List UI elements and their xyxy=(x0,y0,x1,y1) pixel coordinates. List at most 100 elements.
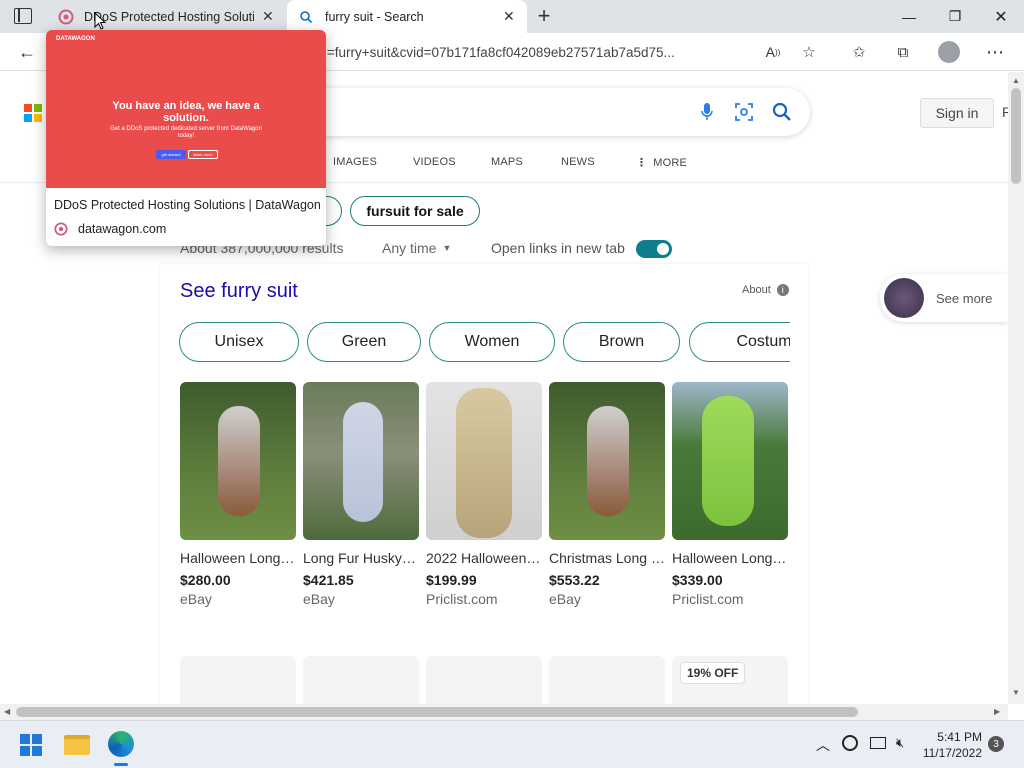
chip-costume[interactable]: Costum xyxy=(689,322,790,362)
product-title[interactable]: Long Fur Husky Dog Fox Fursui... xyxy=(303,548,419,568)
tab-actions-icon[interactable] xyxy=(14,8,32,24)
product-title[interactable]: Christmas Long Fur Husky Dog ... xyxy=(549,548,665,568)
popup-domain: datawagon.com xyxy=(78,222,167,236)
tab-label: DDoS Protected Hosting Solution xyxy=(84,9,254,24)
edge-icon[interactable] xyxy=(108,731,134,757)
product-card[interactable]: Halloween Long Fur Husky Dog ... $339.00… xyxy=(672,382,788,607)
mouse-cursor-icon xyxy=(94,12,106,30)
discount-badge: 19% OFF xyxy=(680,662,746,684)
product-price: $339.00 xyxy=(672,572,723,588)
tab-datawagon[interactable]: DDoS Protected Hosting Solution ✕ xyxy=(46,0,286,33)
file-explorer-icon[interactable] xyxy=(64,735,90,755)
see-more-thumbnail xyxy=(884,278,924,318)
notification-badge[interactable]: 3 xyxy=(988,736,1004,752)
notification-count: 3 xyxy=(993,738,999,750)
new-tab-button[interactable]: + xyxy=(534,4,554,28)
product-card[interactable]: 2022 Halloween Long Fur Husk... $199.99 … xyxy=(426,382,542,607)
scroll-up-icon[interactable]: ▲ xyxy=(1012,76,1020,85)
product-store: eBay xyxy=(549,591,581,607)
scroll-left-icon[interactable]: ◀ xyxy=(4,707,10,716)
add-favorite-icon[interactable]: ☆ xyxy=(794,37,824,67)
product-title[interactable]: Halloween Long Fursuit Husky D... xyxy=(180,548,296,568)
vertical-scrollbar[interactable]: ▲ ▼ xyxy=(1008,72,1024,704)
see-more-card[interactable]: See more xyxy=(880,274,1008,322)
product-price: $421.85 xyxy=(303,572,354,588)
product-store: eBay xyxy=(303,591,335,607)
taskbar: ︿ 🔇︎ 5:41 PM 11/17/2022 3 xyxy=(0,720,1024,768)
product-store: Priclist.com xyxy=(426,591,498,607)
product-price: $280.00 xyxy=(180,572,231,588)
clock-date: 11/17/2022 xyxy=(922,746,982,760)
chip-brown[interactable]: Brown xyxy=(563,322,680,362)
back-button[interactable]: ← xyxy=(12,37,42,67)
tab-strip: DDoS Protected Hosting Solution ✕ furry … xyxy=(0,0,1024,33)
start-button[interactable] xyxy=(20,734,42,756)
vertical-scroll-thumb[interactable] xyxy=(1011,88,1021,184)
search-favicon-icon xyxy=(300,10,313,23)
read-aloud-icon[interactable]: A)) xyxy=(758,37,788,67)
chip-green[interactable]: Green xyxy=(307,322,421,362)
restore-button[interactable]: ❐ xyxy=(932,0,978,33)
close-icon[interactable]: ✕ xyxy=(503,8,515,25)
preview-brand: DATAWAGON xyxy=(56,36,95,42)
preview-subtext: Get a DDoS protected dedicated server fr… xyxy=(110,126,262,139)
discount-label: 19% OFF xyxy=(687,666,739,680)
product-placeholder xyxy=(303,656,419,704)
product-card[interactable]: Long Fur Husky Dog Fox Fursui... $421.85… xyxy=(303,382,419,607)
tab-preview-popup: DATAWAGON You have an idea, we have a so… xyxy=(46,30,326,246)
product-image[interactable] xyxy=(426,382,542,540)
product-price: $553.22 xyxy=(549,572,600,588)
chip-label: Unisex xyxy=(214,333,264,350)
product-placeholder xyxy=(549,656,665,704)
sign-in-button[interactable]: Sign in xyxy=(920,98,994,128)
product-price: $199.99 xyxy=(426,572,477,588)
display-icon[interactable] xyxy=(870,737,886,749)
product-placeholder xyxy=(180,656,296,704)
horizontal-scroll-thumb[interactable] xyxy=(16,707,858,717)
favorites-icon[interactable]: ✩ xyxy=(844,37,874,67)
product-image[interactable] xyxy=(672,382,788,540)
preview-learn-more: learn more xyxy=(188,150,218,159)
chip-unisex[interactable]: Unisex xyxy=(179,322,299,362)
see-more-label: See more xyxy=(936,290,993,306)
datawagon-favicon-icon xyxy=(54,222,68,236)
tab-preview-image: DATAWAGON You have an idea, we have a so… xyxy=(46,30,326,188)
url-field[interactable]: https://www.bing.com/search?q=furry+suit… xyxy=(320,38,830,66)
product-image[interactable] xyxy=(303,382,419,540)
active-app-indicator xyxy=(114,763,128,766)
chip-label: Costum xyxy=(736,333,790,350)
chip-label: Women xyxy=(464,333,520,350)
popup-domain-row: datawagon.com xyxy=(54,222,166,236)
product-title[interactable]: 2022 Halloween Long Fur Husk... xyxy=(426,548,542,568)
collections-icon[interactable]: ⧉ xyxy=(888,37,918,67)
microsoft-logo-icon[interactable] xyxy=(24,104,42,122)
horizontal-scrollbar[interactable]: ◀ ▶ xyxy=(0,704,1008,720)
minimize-button[interactable]: — xyxy=(886,0,932,33)
tab-search[interactable]: furry suit - Search ✕ xyxy=(287,0,527,33)
profile-avatar[interactable] xyxy=(938,41,960,63)
product-card[interactable]: Halloween Long Fursuit Husky D... $280.0… xyxy=(180,382,296,607)
chip-women[interactable]: Women xyxy=(429,322,555,362)
tab-label: furry suit - Search xyxy=(325,9,424,24)
popup-title: DDoS Protected Hosting Solutions | DataW… xyxy=(54,198,321,212)
url-text: https://www.bing.com/search?q=furry+suit… xyxy=(320,44,675,60)
more-options-icon[interactable]: ⋯ xyxy=(980,37,1010,67)
product-image[interactable] xyxy=(549,382,665,540)
close-icon[interactable]: ✕ xyxy=(262,8,274,25)
preview-headline: You have an idea, we have a solution. xyxy=(112,100,260,124)
scroll-right-icon[interactable]: ▶ xyxy=(994,707,1000,716)
product-image[interactable] xyxy=(180,382,296,540)
close-window-button[interactable]: ✕ xyxy=(978,0,1024,33)
product-title[interactable]: Halloween Long Fur Husky Dog ... xyxy=(672,548,788,568)
scroll-down-icon[interactable]: ▼ xyxy=(1012,688,1020,697)
sign-in-label: Sign in xyxy=(935,105,979,121)
clock[interactable]: 5:41 PM 11/17/2022 xyxy=(918,729,982,761)
product-card[interactable]: Christmas Long Fur Husky Dog ... $553.22… xyxy=(549,382,665,607)
chevron-up-icon[interactable]: ︿ xyxy=(816,735,830,755)
volume-muted-icon[interactable]: 🔇︎ xyxy=(896,735,904,751)
datawagon-favicon-icon xyxy=(58,9,74,24)
chip-label: Brown xyxy=(598,333,645,350)
product-store: Priclist.com xyxy=(672,591,744,607)
product-placeholder xyxy=(426,656,542,704)
network-icon[interactable] xyxy=(842,735,858,751)
